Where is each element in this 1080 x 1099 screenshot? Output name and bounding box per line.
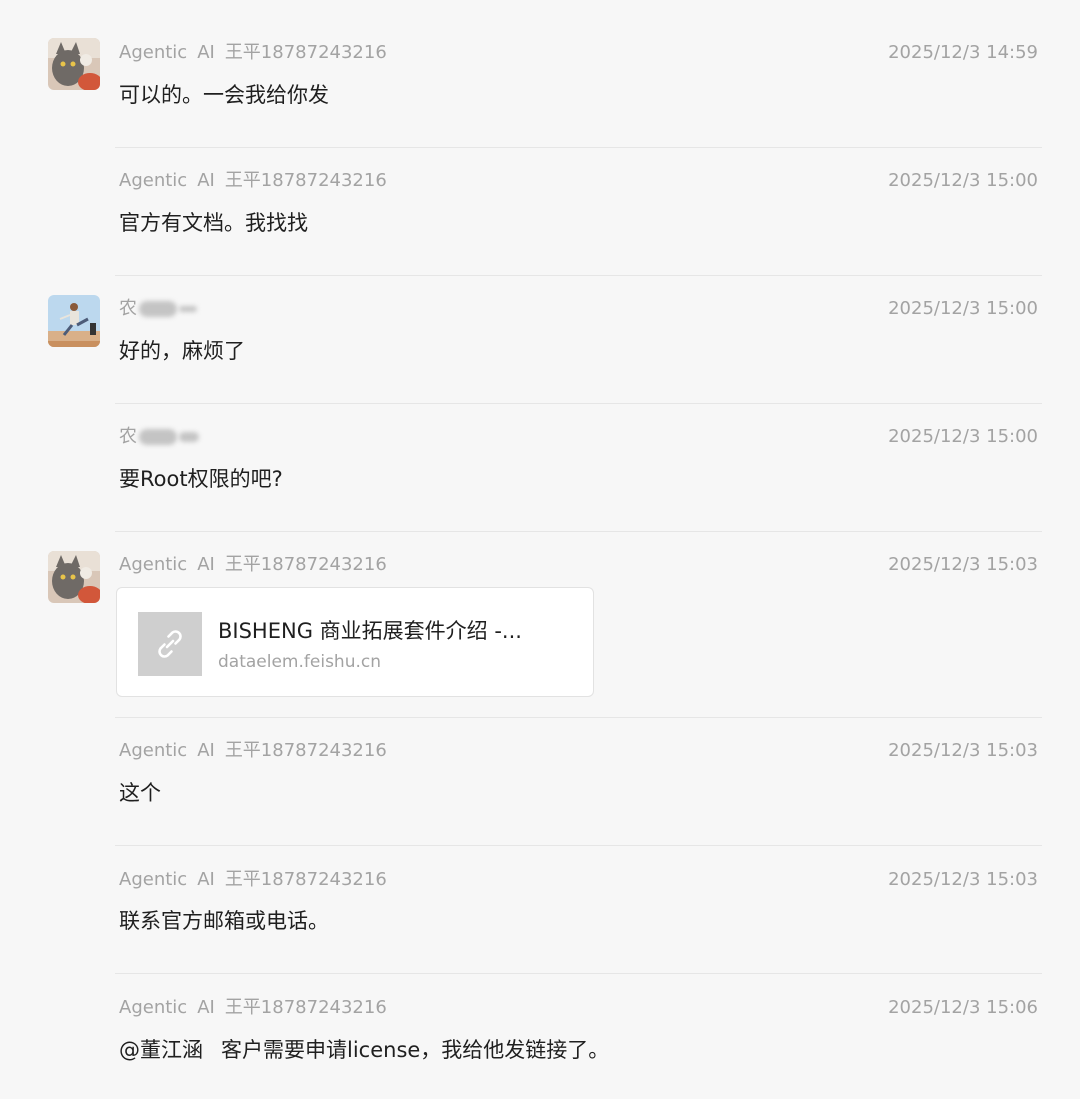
timestamp: 2025/12/3 14:59 [888, 42, 1038, 63]
timestamp: 2025/12/3 15:06 [888, 997, 1038, 1018]
link-domain: dataelem.feishu.cn [218, 652, 381, 672]
avatar[interactable] [48, 295, 100, 347]
redacted-name [139, 301, 177, 317]
timestamp: 2025/12/3 15:00 [888, 426, 1038, 447]
message-text: 这个 [119, 781, 161, 805]
cat-avatar-image [48, 551, 100, 603]
sender-name[interactable]: 农 [119, 424, 199, 450]
divider [115, 275, 1042, 276]
timestamp: 2025/12/3 15:03 [888, 869, 1038, 890]
sender-name[interactable]: Agentic AI 王平18787243216 [119, 995, 387, 1021]
timestamp: 2025/12/3 15:00 [888, 298, 1038, 319]
sender-name[interactable]: 农 [119, 296, 197, 322]
link-icon [158, 630, 182, 658]
timestamp: 2025/12/3 15:00 [888, 170, 1038, 191]
link-thumbnail [138, 612, 202, 676]
divider [115, 973, 1042, 974]
cat-avatar-image [48, 38, 100, 90]
message-text: 官方有文档。我找找 [119, 211, 308, 235]
link-title[interactable]: BISHENG 商业拓展套件介绍 -... [218, 617, 522, 645]
divider [115, 531, 1042, 532]
sender-name[interactable]: Agentic AI 王平18787243216 [119, 168, 387, 194]
message-text: 要Root权限的吧? [119, 467, 283, 491]
timestamp: 2025/12/3 15:03 [888, 554, 1038, 575]
avatar[interactable] [48, 38, 100, 90]
avatar[interactable] [48, 551, 100, 603]
divider [115, 403, 1042, 404]
timestamp: 2025/12/3 15:03 [888, 740, 1038, 761]
divider [115, 147, 1042, 148]
person-avatar-image [48, 295, 100, 347]
sender-name[interactable]: Agentic AI 王平18787243216 [119, 867, 387, 893]
sender-name[interactable]: Agentic AI 王平18787243216 [119, 738, 387, 764]
redacted-name [179, 432, 199, 442]
mention[interactable]: @董江涵 [119, 1038, 203, 1062]
link-preview-card[interactable]: BISHENG 商业拓展套件介绍 -... dataelem.feishu.cn [116, 587, 594, 697]
redacted-name [139, 429, 177, 445]
message-text: 可以的。一会我给你发 [119, 83, 329, 107]
divider [115, 717, 1042, 718]
sender-name[interactable]: Agentic AI 王平18787243216 [119, 40, 387, 66]
message-text: 好的，麻烦了 [119, 339, 245, 363]
divider [115, 845, 1042, 846]
sender-name[interactable]: Agentic AI 王平18787243216 [119, 552, 387, 578]
message-text: @董江涵 客户需要申请license，我给他发链接了。 [119, 1038, 610, 1062]
redacted-name [179, 306, 197, 312]
message-text: 联系官方邮箱或电话。 [119, 909, 329, 933]
